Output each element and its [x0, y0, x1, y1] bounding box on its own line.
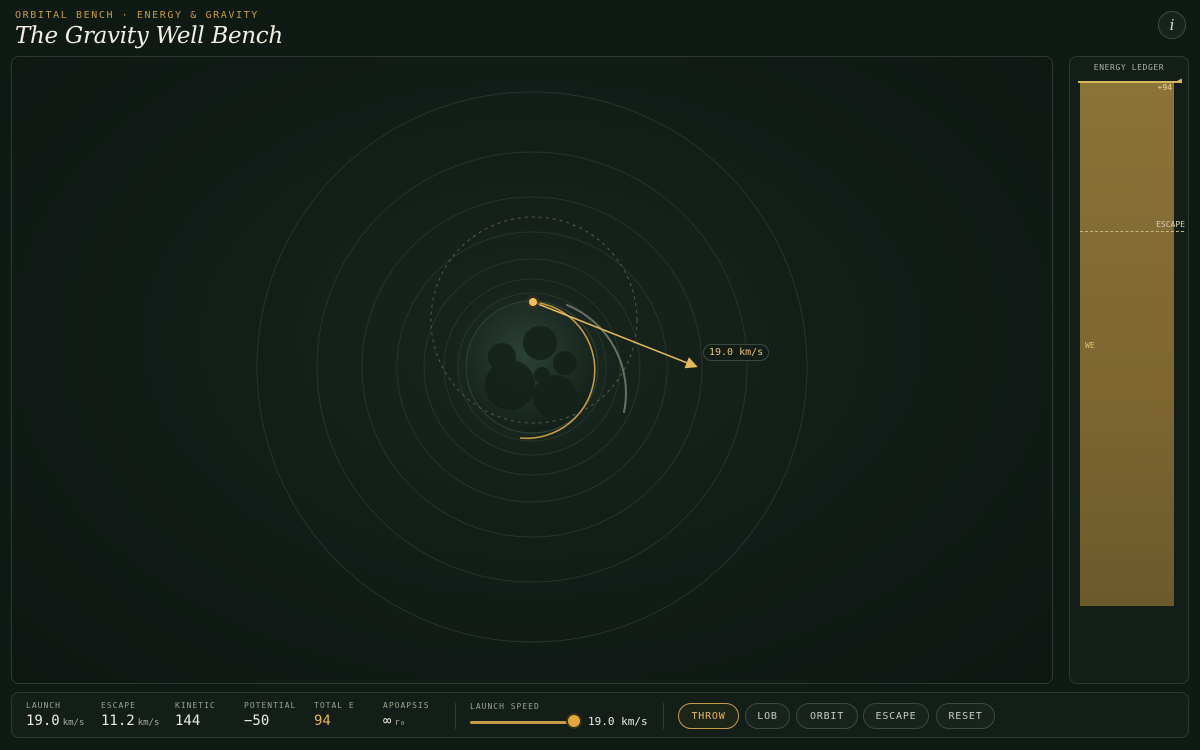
stat-value: 11.2 km/s [101, 713, 159, 729]
velocity-label: 19.0 km/s [703, 344, 770, 361]
info-button[interactable]: i [1158, 11, 1186, 39]
launch-speed-label: LAUNCH SPEED [470, 702, 540, 711]
stat-label: KINETIC [175, 701, 216, 710]
stat-kinetic: KINETIC 144 [175, 701, 216, 729]
lob-button[interactable]: LOB [745, 703, 790, 729]
escape-threshold-line [1080, 231, 1184, 232]
total-energy-arrow-icon: ◀ [1177, 76, 1182, 85]
control-bar: LAUNCH 19.0 km/s ESCAPE 11.2 km/s KINETIC … [11, 692, 1189, 738]
ledger-title: ENERGY LEDGER [1093, 63, 1165, 72]
orbit-stage[interactable]: 19.0 km/s [11, 56, 1053, 684]
crater [553, 351, 577, 375]
apoapsis-value: ∞ [383, 713, 392, 729]
launch-speed-track[interactable] [470, 721, 574, 724]
stat-escape: ESCAPE 11.2 km/s [101, 701, 159, 729]
stat-total: TOTAL E 94 [314, 701, 355, 729]
well-label: WE [1085, 341, 1095, 350]
info-icon: i [1169, 16, 1175, 34]
header: ORBITAL BENCH · ENERGY & GRAVITY The Gra… [15, 10, 283, 49]
launch-speed-thumb[interactable] [568, 715, 580, 727]
stat-label: ESCAPE [101, 701, 136, 710]
app-eyebrow: ORBITAL BENCH · ENERGY & GRAVITY [15, 10, 259, 21]
reset-button[interactable]: RESET [936, 703, 995, 729]
probe[interactable] [529, 298, 537, 306]
stat-potential: POTENTIAL −50 [244, 701, 296, 729]
crater [534, 367, 550, 383]
stat-value: ∞ r₀ [383, 713, 430, 729]
total-energy-marker: +94 [1157, 83, 1172, 92]
kinetic-value: 144 [175, 713, 201, 729]
escape-unit: km/s [137, 718, 160, 728]
stat-value: 19.0 km/s [26, 713, 84, 729]
divider [663, 703, 664, 729]
launch-value: 19.0 [26, 713, 60, 729]
escape-button[interactable]: ESCAPE [863, 703, 929, 729]
planet [465, 300, 599, 434]
launch-speed-value: 19.0 km/s [588, 715, 648, 728]
energy-ledger: ENERGY LEDGER ◀ +94 ESCAPE WE [1069, 56, 1189, 684]
throw-button[interactable]: THROW [678, 703, 739, 729]
stat-apoapsis: APOAPSIS ∞ r₀ [383, 701, 430, 729]
launch-unit: km/s [62, 718, 85, 728]
stat-label: POTENTIAL [244, 701, 297, 710]
stat-label: TOTAL E [314, 701, 355, 710]
escape-threshold-label: ESCAPE [1156, 220, 1185, 229]
stat-label: LAUNCH [26, 701, 61, 710]
crater [523, 326, 557, 360]
apoapsis-unit: r₀ [394, 718, 406, 728]
total-value: 94 [314, 713, 331, 729]
page-title: The Gravity Well Bench [15, 23, 283, 49]
orbit-canvas [256, 91, 808, 643]
orbit-button[interactable]: ORBIT [796, 703, 858, 729]
stat-launch: LAUNCH 19.0 km/s [26, 701, 84, 729]
escape-value: 11.2 [101, 713, 135, 729]
divider [455, 703, 456, 729]
stat-label: APOAPSIS [383, 701, 430, 710]
crater [485, 360, 535, 410]
potential-value: −50 [244, 713, 270, 729]
